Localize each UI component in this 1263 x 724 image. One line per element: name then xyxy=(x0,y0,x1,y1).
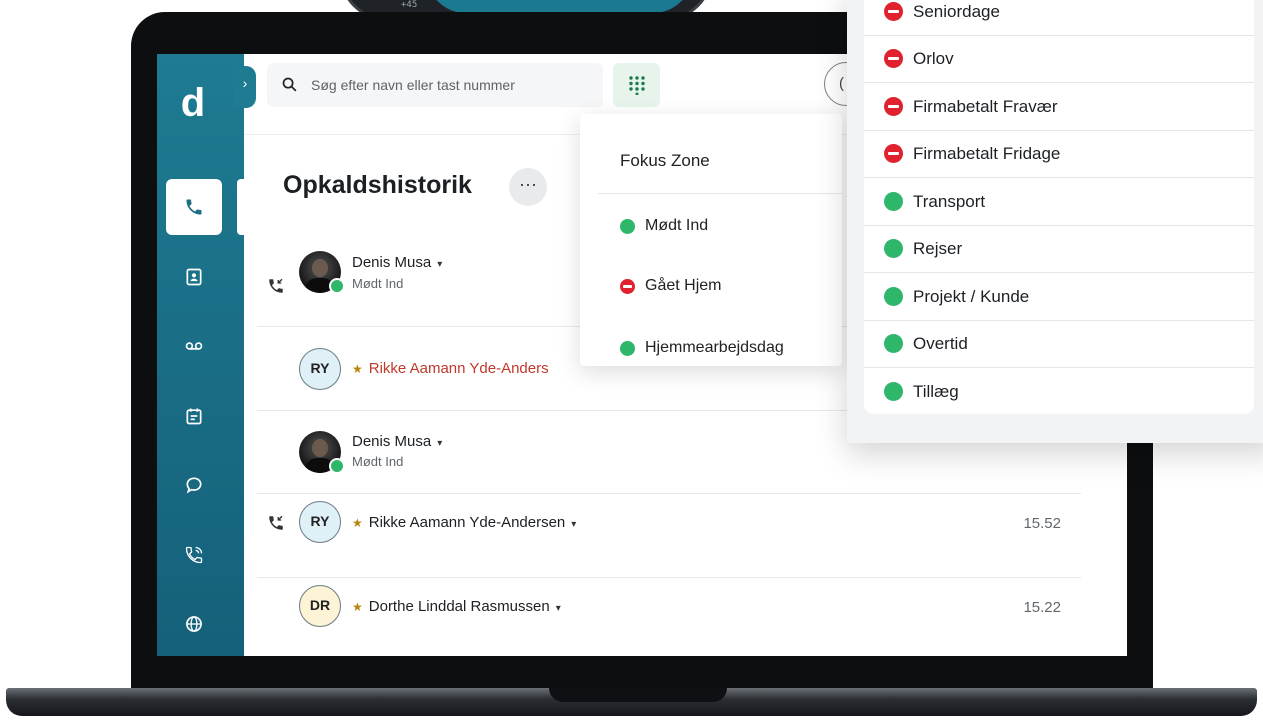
call-time: 15.22 xyxy=(1023,599,1061,616)
avatar: DR xyxy=(299,585,341,627)
chevron-down-icon[interactable]: ▾ xyxy=(556,603,561,614)
status-dot-icon xyxy=(884,192,903,211)
status-dot-icon xyxy=(620,340,635,356)
contact-name[interactable]: Denis Musa ▾ xyxy=(352,254,442,271)
status-dot-icon xyxy=(884,287,903,306)
call-row[interactable]: RY ★ Rikke Aamann Yde-Andersen ▾ 15.52 xyxy=(257,494,1081,578)
status-dropdown: Fokus Zone Mødt Ind Gået Hjem Hjemmearbe… xyxy=(580,114,842,366)
status-item[interactable]: Orlov xyxy=(864,35,1254,83)
page-title: Opkaldshistorik xyxy=(283,171,472,199)
status-dot-icon xyxy=(620,278,635,294)
chevron-down-icon[interactable]: ▾ xyxy=(437,259,442,270)
sidebar-item-globe[interactable] xyxy=(166,596,222,652)
call-time: 15.52 xyxy=(1023,515,1061,532)
status-dropdown-title[interactable]: Fokus Zone xyxy=(620,151,710,171)
phone-icon xyxy=(186,199,202,215)
globe-icon xyxy=(186,616,202,632)
sidebar-expand-button[interactable]: › xyxy=(234,66,256,108)
sidebar: d xyxy=(157,54,244,656)
sidebar-item-voicemail[interactable] xyxy=(166,318,222,374)
background-device-text: +45 xyxy=(401,0,418,10)
status-item[interactable]: Firmabetalt Fravær xyxy=(864,83,1254,131)
contact-name[interactable]: ★ Dorthe Linddal Rasmussen ▾ xyxy=(352,598,561,615)
status-item[interactable]: Overtid xyxy=(864,320,1254,368)
status-dot-icon xyxy=(884,49,903,68)
more-options-button[interactable]: ··· xyxy=(509,168,547,206)
avatar: RY xyxy=(299,501,341,543)
contact-status: Mødt Ind xyxy=(352,454,404,469)
laptop-notch xyxy=(549,688,727,702)
contact-name[interactable]: ★ Rikke Aamann Yde-Andersen ▾ xyxy=(352,514,576,531)
sidebar-item-contacts[interactable] xyxy=(166,249,222,305)
incoming-call-icon xyxy=(269,515,283,530)
status-dot-icon xyxy=(620,218,635,234)
status-dot-icon xyxy=(884,97,903,116)
status-item[interactable]: Firmabetalt Fridage xyxy=(864,130,1254,178)
sidebar-item-calls[interactable] xyxy=(166,179,222,235)
voicemail-icon xyxy=(185,342,203,350)
status-option[interactable]: Gået Hjem xyxy=(620,277,721,295)
status-item[interactable]: Tillæg xyxy=(864,368,1254,415)
contacts-icon xyxy=(186,268,202,286)
status-dot-icon xyxy=(884,144,903,163)
app-logo[interactable]: d xyxy=(171,81,215,125)
avatar: RY xyxy=(299,348,341,390)
sidebar-item-chat[interactable] xyxy=(166,457,222,513)
status-item[interactable]: Transport xyxy=(864,178,1254,226)
divider xyxy=(598,193,842,194)
incoming-call-icon xyxy=(269,278,283,293)
laptop-chin xyxy=(131,656,1153,690)
call-row[interactable]: DR ★ Dorthe Linddal Rasmussen ▾ 15.22 xyxy=(257,578,1081,656)
search-icon xyxy=(282,77,297,92)
dialpad-button[interactable] xyxy=(613,63,660,107)
presence-indicator xyxy=(329,278,345,294)
chat-icon xyxy=(186,477,202,494)
active-tab-indicator xyxy=(237,179,245,235)
sidebar-item-calendar[interactable] xyxy=(166,388,222,444)
search-input[interactable]: Søg efter navn eller tast nummer xyxy=(311,77,515,93)
status-option[interactable]: Mødt Ind xyxy=(620,217,708,235)
call-forward-icon xyxy=(185,546,203,564)
search-bar[interactable]: Søg efter navn eller tast nummer xyxy=(267,63,603,107)
sidebar-item-call-forward[interactable] xyxy=(166,527,222,583)
status-item[interactable]: Seniordage xyxy=(864,0,1254,36)
contact-name[interactable]: ★ Rikke Aamann Yde-Anders xyxy=(352,360,549,377)
status-item[interactable]: Rejser xyxy=(864,225,1254,273)
contact-name[interactable]: Denis Musa ▾ xyxy=(352,433,442,450)
chevron-down-icon[interactable]: ▾ xyxy=(571,519,576,530)
calendar-icon xyxy=(186,408,202,425)
status-option[interactable]: Hjemmearbejdsdag xyxy=(620,339,784,357)
contact-status: Mødt Ind xyxy=(352,276,404,291)
dialpad-icon xyxy=(629,76,645,95)
star-icon: ★ xyxy=(352,362,363,376)
status-list-panel: Seniordage Orlov Firmabetalt Fravær Firm… xyxy=(847,0,1263,443)
status-dot-icon xyxy=(884,2,903,21)
star-icon: ★ xyxy=(352,516,363,530)
presence-indicator xyxy=(329,458,345,474)
chevron-down-icon[interactable]: ▾ xyxy=(437,438,442,449)
status-list: Seniordage Orlov Firmabetalt Fravær Firm… xyxy=(864,0,1254,414)
status-dot-icon xyxy=(884,382,903,401)
star-icon: ★ xyxy=(352,600,363,614)
status-dot-icon xyxy=(884,239,903,258)
status-dot-icon xyxy=(884,334,903,353)
status-item[interactable]: Projekt / Kunde xyxy=(864,273,1254,321)
